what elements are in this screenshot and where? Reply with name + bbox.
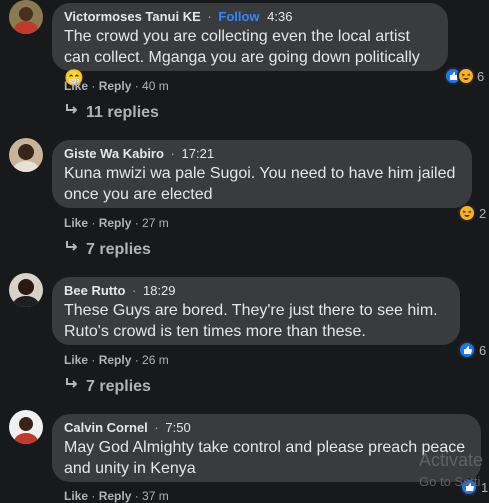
avatar[interactable] (9, 273, 43, 307)
comment-time: 7:50 (165, 420, 191, 435)
author-name[interactable]: Calvin Cornel (64, 420, 148, 435)
reply-arrow-icon (66, 241, 78, 251)
avatar-image (9, 273, 43, 307)
avatar-image (9, 0, 43, 34)
like-link[interactable]: Like (64, 353, 88, 367)
reactions-summary[interactable]: 2 (458, 204, 486, 222)
follow-button[interactable]: Follow (218, 9, 259, 24)
reply-arrow-icon (66, 104, 78, 114)
reaction-count: 6 (479, 342, 487, 358)
reactions-summary[interactable]: 6 (444, 67, 484, 85)
replies-count-label: 7 replies (86, 241, 151, 258)
haha-reaction-icon (457, 67, 475, 85)
view-replies-link[interactable]: 7 replies (64, 240, 151, 259)
separator-dot: · (154, 420, 159, 435)
separator-dot: · (207, 9, 212, 24)
avatar-image (9, 138, 43, 172)
comment-actions: Like · Reply · 27 m (64, 216, 169, 230)
author-name[interactable]: Bee Rutto (64, 283, 125, 298)
author-name[interactable]: Victormoses Tanui KE (64, 9, 201, 24)
comment-time: 4:36 (267, 9, 293, 24)
reply-link[interactable]: Reply (99, 489, 132, 503)
like-link[interactable]: Like (64, 489, 88, 503)
reaction-count: 2 (479, 205, 487, 221)
replies-count-label: 11 replies (86, 104, 159, 121)
reactions-summary[interactable]: 6 (458, 341, 486, 359)
separator-dot: · (132, 283, 137, 298)
reply-arrow-icon (66, 378, 78, 388)
separator-dot: · (170, 146, 175, 161)
comment-age[interactable]: 26 m (142, 353, 169, 367)
avatar[interactable] (9, 138, 43, 172)
replies-count-label: 7 replies (86, 378, 151, 395)
avatar-image (9, 410, 43, 444)
reply-link[interactable]: Reply (99, 216, 132, 230)
comment-actions: Like · Reply · 40 m (64, 79, 169, 93)
avatar[interactable] (9, 0, 43, 34)
reaction-count: 6 (477, 68, 485, 84)
comment-time: 18:29 (142, 283, 176, 298)
comment-time: 17:21 (181, 146, 215, 161)
comment-actions: Like · Reply · 26 m (64, 353, 169, 367)
view-replies-link[interactable]: 7 replies (64, 377, 151, 396)
view-replies-link[interactable]: 11 replies (64, 103, 159, 122)
reply-link[interactable]: Reply (99, 353, 132, 367)
reply-link[interactable]: Reply (99, 79, 132, 93)
comment-text: May God Almighty take control and please… (64, 439, 466, 477)
comment-bubble: Bee Rutto · 18:29 These Guys are bored. … (52, 277, 460, 345)
comment-text: These Guys are bored. They're just there… (64, 302, 438, 340)
windows-activation-watermark: Activate (419, 450, 484, 470)
comment-actions: Like · Reply · 37 m (64, 489, 169, 503)
comment-bubble: Giste Wa Kabiro · 17:21 Kuna mwizi wa pa… (52, 140, 472, 208)
comment-bubble: Calvin Cornel · 7:50 May God Almighty ta… (52, 414, 481, 482)
comment-bubble: Victormoses Tanui KE · Follow 4:36 The c… (52, 3, 448, 87)
comment-age[interactable]: 27 m (142, 216, 169, 230)
author-name[interactable]: Giste Wa Kabiro (64, 146, 164, 161)
haha-reaction-icon (458, 204, 476, 222)
avatar[interactable] (9, 410, 43, 444)
comment-text: Kuna mwizi wa pale Sugoi. You need to ha… (64, 165, 456, 203)
reaction-count: 1 (481, 479, 489, 495)
comment-age[interactable]: 40 m (142, 79, 169, 93)
windows-activation-subtext: Go to Setti (419, 474, 481, 489)
like-reaction-icon (458, 341, 476, 359)
comment-age[interactable]: 37 m (142, 489, 169, 503)
like-link[interactable]: Like (64, 79, 88, 93)
like-link[interactable]: Like (64, 216, 88, 230)
